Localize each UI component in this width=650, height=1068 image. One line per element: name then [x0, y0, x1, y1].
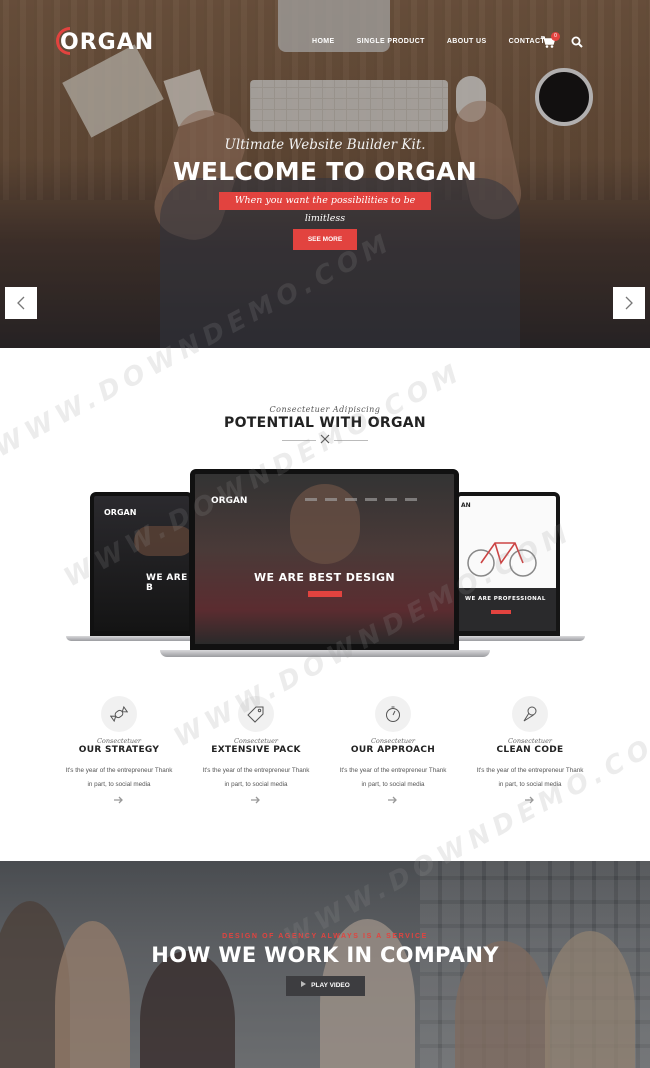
feature-text: It's the year of the entrepreneur Thank … — [462, 764, 598, 792]
mockup-logo: AN — [461, 502, 471, 509]
nav-item-home[interactable]: HOME — [312, 38, 335, 45]
hero-subtitle: Ultimate Website Builder Kit. — [224, 137, 426, 153]
laptop-base — [160, 650, 490, 657]
divider-line — [334, 440, 368, 441]
feature-kicker: Consectetuer — [96, 737, 142, 745]
site-logo[interactable]: ORGAN — [56, 27, 155, 55]
mockup-dark-band: WE ARE PROFESSIONAL — [459, 588, 556, 631]
feature-title: CLEAN CODE — [496, 745, 564, 755]
tag-icon — [238, 696, 274, 732]
main-nav: HOME SINGLE PRODUCT ABOUT US CONTACT — [312, 38, 567, 45]
arrow-right-icon[interactable] — [114, 796, 124, 804]
laptop-mockup-left: ORGAN WE ARE B — [90, 492, 193, 637]
arrow-right-icon[interactable] — [525, 796, 535, 804]
feature-text-line: in part, to social media — [361, 781, 425, 788]
feature-text-line: in part, to social media — [87, 781, 151, 788]
play-video-button[interactable]: PLAY VIDEO — [286, 976, 365, 996]
mockup-button — [308, 591, 342, 597]
mockup-logo: ORGAN — [104, 508, 137, 517]
feature-text-line: It's the year of the entrepreneur Thank — [65, 767, 173, 774]
hero-title: WELCOME TO ORGAN — [173, 157, 477, 186]
candy-icon — [101, 696, 137, 732]
feature-text-line: It's the year of the entrepreneur Thank — [202, 767, 310, 774]
logo-text: ORGAN — [60, 30, 155, 55]
feature-title: OUR APPROACH — [350, 745, 436, 755]
work-kicker: DESIGN OF AGENCY ALWAYS IS A SERVICE — [222, 933, 428, 940]
play-video-label: PLAY VIDEO — [311, 982, 350, 989]
mockup-heading: WE ARE B — [146, 573, 188, 593]
logo-mark — [56, 27, 70, 55]
mockup-nav — [305, 498, 425, 501]
nav-item-single-product[interactable]: SINGLE PRODUCT — [357, 38, 425, 45]
feature-text: It's the year of the entrepreneur Thank … — [325, 764, 461, 792]
laptop-base — [440, 636, 585, 641]
see-more-button[interactable]: SEE MORE — [293, 229, 357, 250]
mockup-heading: WE ARE BEST DESIGN — [253, 571, 396, 584]
laptop-mockup-main: ORGAN WE ARE BEST DESIGN — [190, 469, 459, 652]
mockup-person-image — [290, 484, 360, 564]
slider-prev-button[interactable] — [5, 287, 37, 319]
mockup-hands-image — [134, 526, 189, 556]
mockup-heading: WE ARE PROFESSIONAL — [465, 596, 546, 602]
feature-text: It's the year of the entrepreneur Thank … — [188, 764, 324, 792]
feature-title: EXTENSIVE PACK — [211, 745, 301, 755]
timer-icon — [375, 696, 411, 732]
feature-kicker: Consectetuer — [507, 737, 553, 745]
hero-section: ORGAN HOME SINGLE PRODUCT ABOUT US CONTA… — [0, 0, 650, 348]
arrow-right-icon[interactable] — [388, 796, 398, 804]
nav-item-contact[interactable]: CONTACT — [509, 38, 546, 45]
work-section: DESIGN OF AGENCY ALWAYS IS A SERVICE HOW… — [0, 861, 650, 1068]
laptop-mockup-right: AN WE ARE PROFESSIONAL — [455, 492, 560, 637]
feature-kicker: Consectetuer — [233, 737, 279, 745]
feature-text-line: in part, to social media — [498, 781, 562, 788]
mockup-logo: ORGAN — [211, 496, 248, 506]
mockup-button — [491, 610, 511, 614]
feature-text-line: in part, to social media — [224, 781, 288, 788]
ice-cream-icon — [512, 696, 548, 732]
nav-item-about-us[interactable]: ABOUT US — [447, 38, 487, 45]
feature-kicker: Consectetuer — [370, 737, 416, 745]
arrow-right-icon[interactable] — [251, 796, 261, 804]
play-icon — [301, 981, 307, 987]
close-icon — [320, 434, 330, 444]
feature-text-line: It's the year of the entrepreneur Thank — [339, 767, 447, 774]
search-icon[interactable] — [571, 36, 583, 48]
chevron-left-icon — [17, 296, 25, 310]
bicycle-image — [467, 542, 537, 577]
cart-count-badge: 0 — [551, 32, 560, 41]
site-header: ORGAN HOME SINGLE PRODUCT ABOUT US CONTA… — [0, 0, 650, 84]
section-kicker: Consectetuer Adipiscing — [269, 405, 381, 414]
chevron-right-icon — [625, 296, 633, 310]
feature-text: It's the year of the entrepreneur Thank … — [51, 764, 187, 792]
feature-title: OUR STRATEGY — [78, 745, 160, 755]
section-title: POTENTIAL WITH ORGAN — [224, 415, 426, 431]
hero-tagline: When you want the possibilities to be li… — [219, 192, 431, 224]
divider-line — [282, 440, 316, 441]
feature-text-line: It's the year of the entrepreneur Thank — [476, 767, 584, 774]
work-title: HOW WE WORK IN COMPANY — [151, 943, 499, 967]
slider-next-button[interactable] — [613, 287, 645, 319]
